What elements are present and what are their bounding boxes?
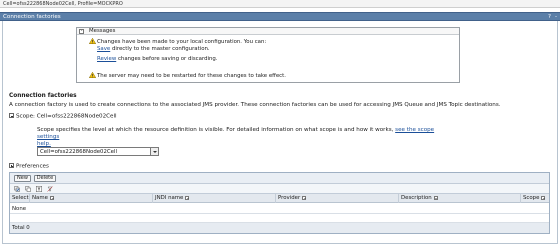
scope-select-value: Cell=ofss222868Node02Cell — [40, 149, 117, 155]
sort-icon[interactable] — [302, 195, 307, 200]
clear-filter-icon[interactable] — [47, 186, 53, 192]
section-description: A connection factory is used to create c… — [9, 102, 501, 108]
messages-header: - Messages — [77, 28, 459, 35]
button-bar: New Delete — [10, 173, 549, 184]
new-button[interactable]: New — [14, 175, 31, 182]
warning-icon — [89, 72, 96, 78]
scope-heading: Scope: Cell=ofss222868Node02Cell — [16, 113, 117, 120]
table-toolbar — [10, 184, 549, 194]
scope-description-text: Scope specifies the level at which the r… — [37, 127, 396, 133]
table-empty-row: None — [10, 203, 549, 214]
column-scope[interactable]: Scope — [521, 194, 551, 203]
column-select[interactable]: Select — [10, 194, 30, 203]
scope-description: Scope specifies the level at which the r… — [37, 127, 457, 148]
collapse-messages-icon[interactable]: - — [79, 29, 84, 34]
message-review-line: Review changes before saving or discardi… — [97, 56, 218, 62]
column-description[interactable]: Description — [399, 194, 521, 203]
show-filter-icon[interactable] — [36, 186, 42, 192]
message-restart-line: The server may need to be restarted for … — [89, 72, 286, 79]
column-provider[interactable]: Provider — [276, 194, 399, 203]
save-suffix: directly to the master configuration. — [110, 46, 210, 52]
portlet-title-bar: Connection factories ? - — [0, 12, 560, 21]
minimize-icon[interactable]: - — [555, 14, 557, 20]
table-total: Total 0 — [10, 223, 549, 233]
breadcrumb: Cell=ofss222868Node02Cell, Profile=MOCKP… — [0, 0, 560, 8]
preferences-label: Preferences — [16, 163, 49, 170]
scope-toggle[interactable]: Scope: Cell=ofss222868Node02Cell — [9, 113, 117, 120]
portlet-title: Connection factories — [3, 14, 61, 20]
select-all-icon[interactable] — [14, 186, 20, 192]
restart-note: The server may need to be restarted for … — [97, 73, 286, 79]
review-link[interactable]: Review — [97, 56, 116, 62]
sort-icon[interactable] — [185, 195, 190, 200]
chevron-down-icon[interactable] — [150, 148, 158, 155]
help-icon[interactable]: ? — [548, 14, 551, 20]
sort-icon[interactable] — [541, 195, 546, 200]
column-jndi-name[interactable]: JNDI name — [153, 194, 276, 203]
message-save-line: Save directly to the master configuratio… — [97, 46, 210, 52]
connection-factories-table: New Delete Select Name JNDI name Provide… — [9, 172, 550, 234]
warning-icon — [89, 38, 96, 44]
deselect-all-icon[interactable] — [25, 186, 31, 192]
save-link[interactable]: Save — [97, 46, 110, 52]
sort-icon[interactable] — [49, 195, 54, 200]
review-suffix: changes before saving or discarding. — [116, 56, 218, 62]
column-name[interactable]: Name — [30, 194, 153, 203]
table-row — [10, 214, 549, 223]
scope-select[interactable]: Cell=ofss222868Node02Cell — [37, 147, 159, 156]
messages-title: Messages — [89, 28, 116, 34]
table-header: Select Name JNDI name Provider Descripti… — [10, 194, 549, 203]
message-changes-text: Changes have been made to your local con… — [97, 39, 267, 45]
section-title: Connection factories — [9, 93, 77, 99]
message-changes-line: Changes have been made to your local con… — [89, 38, 266, 45]
preferences-toggle[interactable]: Preferences — [9, 163, 49, 170]
expand-preferences-icon[interactable] — [9, 163, 14, 168]
delete-button[interactable]: Delete — [34, 175, 56, 182]
sort-icon[interactable] — [433, 195, 438, 200]
collapse-scope-icon[interactable] — [9, 113, 14, 118]
